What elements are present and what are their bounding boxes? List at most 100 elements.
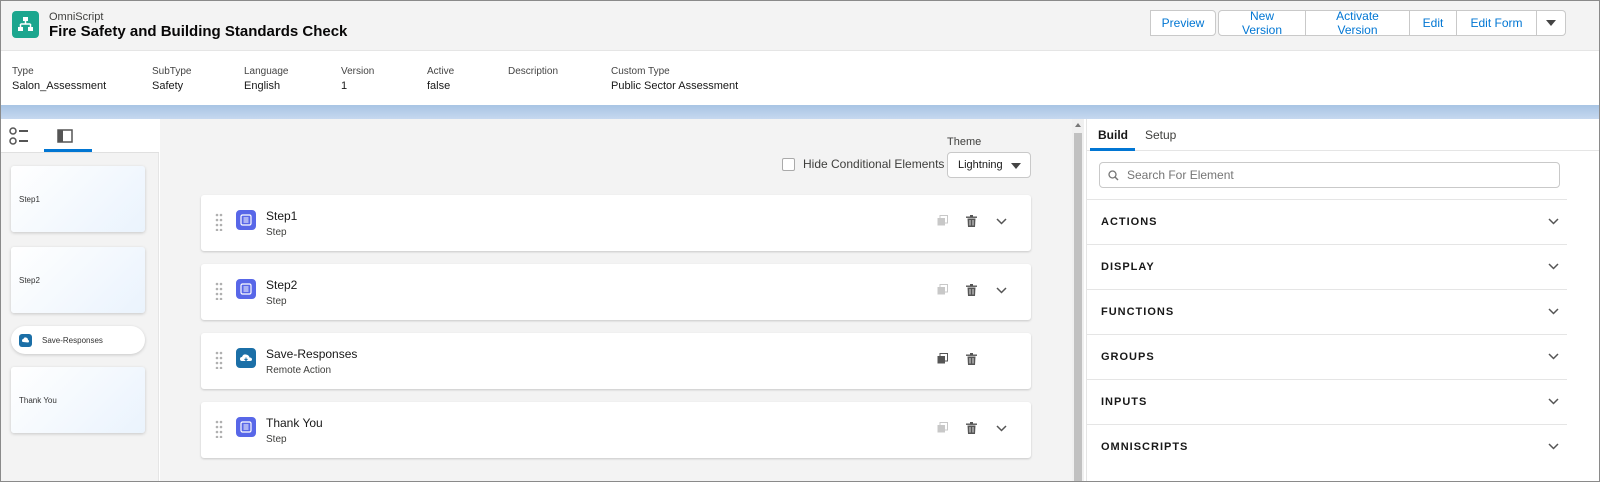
action-button-group: New Version Activate Version Edit Edit F… (1218, 9, 1566, 37)
canvas-element-step1[interactable]: Step1 Step (201, 195, 1031, 251)
active-tab-indicator (44, 149, 92, 152)
step-icon (236, 210, 256, 230)
chevron-down-icon[interactable] (996, 287, 1007, 294)
detail-value: Salon_Assessment (12, 80, 107, 92)
app-label: OmniScript (49, 11, 104, 23)
detail-label: Language (244, 66, 289, 77)
sidebar-item-save-responses[interactable]: Save-Responses (11, 326, 145, 354)
preview-button-group: Preview (1150, 10, 1216, 36)
search-element-box[interactable] (1099, 162, 1560, 188)
chevron-down-icon[interactable] (1548, 218, 1559, 225)
caret-down-icon (1011, 163, 1021, 169)
new-version-button[interactable]: New Version (1218, 9, 1306, 37)
tree-list-icon[interactable] (9, 127, 29, 148)
section-functions[interactable]: FUNCTIONS (1087, 289, 1567, 334)
detail-version: Version 1 (341, 66, 374, 92)
section-label: INPUTS (1101, 396, 1148, 408)
hide-conditional-checkbox[interactable] (782, 157, 795, 171)
scrollbar-thumb[interactable] (1074, 133, 1082, 481)
sidebar-item-label: Thank You (19, 395, 57, 405)
element-type: Step (266, 227, 287, 238)
remote-action-icon (236, 348, 256, 368)
drag-handle-icon[interactable] (215, 420, 223, 438)
canvas-element-save-responses[interactable]: Save-Responses Remote Action (201, 333, 1031, 389)
drag-handle-icon[interactable] (215, 351, 223, 369)
clone-icon[interactable] (937, 215, 948, 226)
drag-handle-icon[interactable] (215, 213, 223, 231)
step-icon (236, 279, 256, 299)
section-label: ACTIONS (1101, 216, 1158, 228)
detail-value: English (244, 80, 281, 92)
edit-form-button[interactable]: Edit Form (1457, 10, 1537, 36)
hide-conditional-label: Hide Conditional Elements (803, 157, 945, 171)
panel-layout-icon[interactable] (57, 129, 73, 146)
structure-panel: Step1 Step2 Save-Responses Thank You (1, 119, 159, 481)
scroll-up-arrow-icon[interactable] (1075, 123, 1081, 127)
element-name: Thank You (266, 416, 323, 430)
page-header: OmniScript Fire Safety and Building Stan… (1, 1, 1599, 51)
edit-button[interactable]: Edit (1410, 10, 1457, 36)
chevron-down-icon[interactable] (996, 218, 1007, 225)
detail-label: Description (508, 66, 559, 77)
sidebar-item-label: Step2 (19, 275, 40, 285)
chevron-down-icon[interactable] (1548, 308, 1559, 315)
designer-canvas: Hide Conditional Elements Theme Lightnin… (160, 119, 1072, 481)
section-actions[interactable]: ACTIONS (1087, 199, 1567, 244)
detail-custom-type: Custom Type Public Sector Assessment (611, 66, 738, 92)
trash-icon[interactable] (966, 353, 977, 365)
detail-value: 1 (341, 80, 348, 92)
sidebar-item-step2[interactable]: Step2 (11, 247, 145, 313)
active-tab-indicator (1090, 148, 1135, 151)
detail-language: Language English (244, 66, 289, 92)
theme-selected-value: Lightning (958, 159, 1003, 171)
clone-icon[interactable] (937, 422, 948, 433)
chevron-down-icon[interactable] (996, 425, 1007, 432)
sidebar-item-label: Step1 (19, 194, 40, 204)
search-element-input[interactable] (1127, 168, 1547, 182)
preview-button[interactable]: Preview (1150, 10, 1216, 36)
hide-conditional-toggle[interactable]: Hide Conditional Elements (782, 157, 944, 171)
app-frame: OmniScript Fire Safety and Building Stan… (0, 0, 1600, 482)
section-inputs[interactable]: INPUTS (1087, 379, 1567, 424)
chevron-down-icon[interactable] (1548, 353, 1559, 360)
drag-handle-icon[interactable] (215, 282, 223, 300)
element-palette-panel: Build Setup ACTIONS DISPLAY FUNCTIONS GR… (1086, 119, 1599, 481)
header-divider-band (1, 105, 1599, 119)
caret-down-icon (1546, 20, 1556, 26)
section-display[interactable]: DISPLAY (1087, 244, 1567, 289)
detail-label: Version (341, 66, 375, 77)
canvas-scrollbar[interactable] (1072, 119, 1084, 481)
trash-icon[interactable] (966, 284, 977, 296)
step-icon (236, 417, 256, 437)
detail-label: Type (12, 66, 34, 77)
trash-icon[interactable] (966, 422, 977, 434)
theme-label: Theme (947, 136, 982, 148)
section-label: FUNCTIONS (1101, 306, 1175, 318)
canvas-element-thank-you[interactable]: Thank You Step (201, 402, 1031, 458)
chevron-down-icon[interactable] (1548, 263, 1559, 270)
chevron-down-icon[interactable] (1548, 443, 1559, 450)
detail-subtype: SubType Safety (152, 66, 191, 92)
detail-value: false (427, 80, 451, 92)
section-groups[interactable]: GROUPS (1087, 334, 1567, 379)
section-label: DISPLAY (1101, 261, 1155, 273)
section-omniscripts[interactable]: OMNISCRIPTS (1087, 424, 1567, 469)
sidebar-item-step1[interactable]: Step1 (11, 166, 145, 232)
theme-select[interactable]: Lightning (947, 152, 1031, 178)
activate-version-button[interactable]: Activate Version (1306, 9, 1410, 37)
chevron-down-icon[interactable] (1548, 398, 1559, 405)
sidebar-item-thank-you[interactable]: Thank You (11, 367, 145, 433)
element-type: Step (266, 434, 287, 445)
detail-value: Public Sector Assessment (611, 80, 739, 92)
search-icon (1108, 169, 1119, 180)
clone-icon[interactable] (937, 284, 948, 295)
trash-icon[interactable] (966, 215, 977, 227)
detail-label: SubType (152, 66, 192, 77)
detail-label: Active (427, 66, 455, 77)
tab-build[interactable]: Build (1098, 128, 1128, 142)
clone-icon[interactable] (937, 353, 948, 364)
more-actions-button[interactable] (1537, 10, 1566, 36)
element-name: Step2 (266, 278, 298, 292)
tab-setup[interactable]: Setup (1145, 128, 1176, 142)
canvas-element-step2[interactable]: Step2 Step (201, 264, 1031, 320)
